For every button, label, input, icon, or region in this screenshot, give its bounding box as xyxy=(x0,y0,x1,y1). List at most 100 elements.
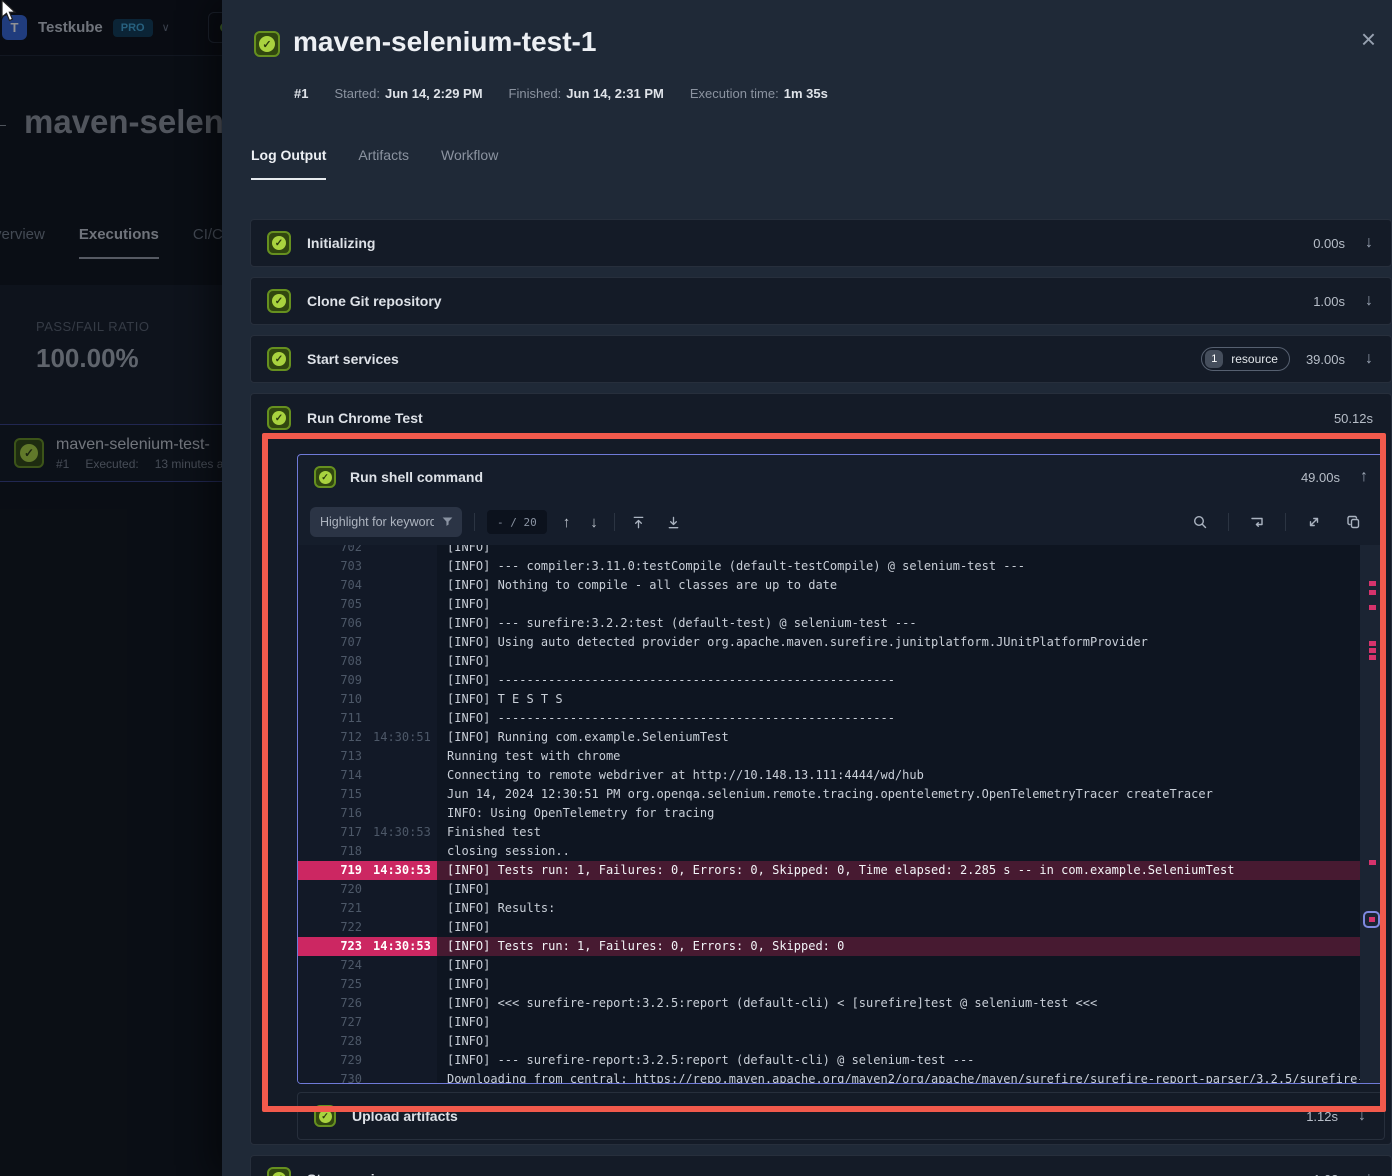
match-marker[interactable] xyxy=(1369,605,1376,610)
drawer-tabs: Log Output Artifacts Workflow xyxy=(251,147,498,180)
scroll-to-top-icon[interactable] xyxy=(627,515,650,530)
search-icon[interactable] xyxy=(1188,514,1212,530)
pass-fail-value: 100.00% xyxy=(36,343,222,374)
testkube-logo[interactable]: T xyxy=(2,15,27,40)
log-line-message: [INFO] Tests run: 1, Failures: 0, Errors… xyxy=(437,861,1234,880)
log-line-message: Finished test xyxy=(437,823,541,842)
step-stop-services[interactable]: ✓ Stop services 1.03s ↓ xyxy=(250,1155,1392,1176)
log-line-message: [INFO] xyxy=(437,918,490,937)
keyword-input[interactable] xyxy=(310,507,462,537)
match-marker[interactable] xyxy=(1369,648,1376,653)
close-icon[interactable]: × xyxy=(1361,26,1376,52)
log-line-message: [INFO] xyxy=(437,880,490,899)
step-upload-artifacts[interactable]: ✓ Upload artifacts 1.12s ↓ xyxy=(297,1092,1385,1140)
log-line-number: 705 xyxy=(298,595,362,614)
execution-meta: #1 Started:Jun 14, 2:29 PM Finished:Jun … xyxy=(294,86,828,101)
tab-executions[interactable]: Executions xyxy=(79,226,159,259)
step-initializing[interactable]: ✓ Initializing 0.00s ↓ xyxy=(250,219,1392,267)
log-line-gutter: 724 xyxy=(298,956,437,975)
step-label: Run shell command xyxy=(350,469,483,485)
log-line-message: [INFO] xyxy=(437,956,490,975)
step-duration: 1.12s xyxy=(1306,1109,1338,1124)
expand-arrow-icon[interactable]: ↓ xyxy=(1358,1107,1366,1125)
log-line-number: 716 xyxy=(298,804,362,823)
word-wrap-icon[interactable] xyxy=(1245,514,1269,530)
scroll-to-bottom-icon[interactable] xyxy=(662,515,685,530)
execution-list-item[interactable]: ✓ maven-selenium-test- #1 Executed: 13 m… xyxy=(0,424,222,482)
keyword-search-box[interactable] xyxy=(310,507,462,537)
log-line: 702[INFO] xyxy=(298,545,1360,557)
collapse-arrow-icon[interactable]: ↑ xyxy=(1360,468,1368,486)
match-marker[interactable] xyxy=(1369,641,1376,646)
log-line-message: [INFO] Using auto detected provider org.… xyxy=(437,633,1148,652)
fullscreen-icon[interactable] xyxy=(1302,514,1326,530)
resource-badge: 1 resource xyxy=(1201,347,1290,371)
log-toolbar: - / 20 ↑ ↓ xyxy=(298,499,1384,545)
resource-count: 1 xyxy=(1205,350,1223,368)
log-line-message: [INFO] xyxy=(437,975,490,994)
log-line-number: 706 xyxy=(298,614,362,633)
filter-icon xyxy=(441,515,454,528)
log-line: 722 [INFO] xyxy=(298,918,1360,937)
log-line-number: 722 xyxy=(298,918,362,937)
background-tabs: verview Executions CI/CD xyxy=(0,226,222,259)
match-marker[interactable] xyxy=(1369,581,1376,586)
execution-item-title: maven-selenium-test- xyxy=(56,436,222,454)
execution-item-number: #1 xyxy=(56,457,69,471)
step-clone-git-repository[interactable]: ✓ Clone Git repository 1.00s ↓ xyxy=(250,277,1392,325)
finished-at: Finished:Jun 14, 2:31 PM xyxy=(509,86,664,101)
environment-selector[interactable]: tes xyxy=(208,12,222,43)
step-duration: 50.12s xyxy=(1334,411,1373,426)
log-line-number: 711 xyxy=(298,709,362,728)
expand-arrow-icon[interactable]: ↓ xyxy=(1365,234,1373,252)
log-line-gutter: 721 xyxy=(298,899,437,918)
next-match-icon[interactable]: ↓ xyxy=(586,514,602,531)
log-rows: 702[INFO]703[INFO] --- compiler:3.11.0:t… xyxy=(298,545,1360,1083)
step-run-chrome-test: ✓ Run Chrome Test 50.12s ✓ Run shell com… xyxy=(250,393,1392,1145)
expand-arrow-icon[interactable]: ↓ xyxy=(1365,1170,1373,1176)
log-line-timestamp: 14:30:53 xyxy=(362,937,437,956)
match-marker[interactable] xyxy=(1369,590,1376,595)
log-line-timestamp xyxy=(362,785,437,804)
tab-workflow[interactable]: Workflow xyxy=(441,147,498,180)
tab-overview[interactable]: verview xyxy=(0,226,45,259)
log-line-number: 724 xyxy=(298,956,362,975)
log-line-number: 729 xyxy=(298,1051,362,1070)
step-duration: 39.00s xyxy=(1306,352,1345,367)
active-match-marker[interactable] xyxy=(1363,911,1380,928)
copy-icon[interactable] xyxy=(1342,514,1366,530)
tab-cicd[interactable]: CI/CD xyxy=(193,226,222,259)
success-status-icon: ✓ xyxy=(267,406,291,430)
execution-time: Execution time:1m 35s xyxy=(690,86,828,101)
tab-artifacts[interactable]: Artifacts xyxy=(358,147,409,180)
log-minimap[interactable] xyxy=(1360,545,1384,1083)
log-line-timestamp xyxy=(362,842,437,861)
log-line-number: 723 xyxy=(298,937,362,956)
chevron-down-icon[interactable]: ∨ xyxy=(162,21,170,34)
success-status-icon: ✓ xyxy=(267,347,291,371)
step-start-services[interactable]: ✓ Start services 1 resource 39.00s ↓ xyxy=(250,335,1392,383)
match-marker[interactable] xyxy=(1369,860,1376,865)
expand-arrow-icon[interactable]: ↓ xyxy=(1365,350,1373,368)
log-line-timestamp xyxy=(362,709,437,728)
log-viewer[interactable]: 702[INFO]703[INFO] --- compiler:3.11.0:t… xyxy=(298,545,1384,1083)
run-shell-command-header[interactable]: ✓ Run shell command 49.00s ↑ xyxy=(298,455,1384,499)
back-arrow-icon[interactable]: ← xyxy=(0,112,10,135)
log-line-number: 717 xyxy=(298,823,362,842)
log-line: 71914:30:53[INFO] Tests run: 1, Failures… xyxy=(298,861,1360,880)
match-marker[interactable] xyxy=(1369,655,1376,660)
log-line-message: [INFO] --- surefire-report:3.2.5:report … xyxy=(437,1051,974,1070)
log-line-message: [INFO] xyxy=(437,652,490,671)
previous-match-icon[interactable]: ↑ xyxy=(559,514,575,531)
logo-letter: T xyxy=(11,20,19,35)
log-line-timestamp xyxy=(362,545,437,557)
log-line: 707[INFO] Using auto detected provider o… xyxy=(298,633,1360,652)
log-line-timestamp xyxy=(362,975,437,994)
step-run-chrome-test-header[interactable]: ✓ Run Chrome Test 50.12s xyxy=(251,394,1391,442)
log-line-message: [INFO] xyxy=(437,545,490,557)
log-line-timestamp: 14:30:51 xyxy=(362,728,437,747)
expand-arrow-icon[interactable]: ↓ xyxy=(1365,292,1373,310)
step-label: Start services xyxy=(307,351,399,367)
execution-title: maven-selenium-test-1 xyxy=(293,26,596,58)
tab-log-output[interactable]: Log Output xyxy=(251,147,326,180)
